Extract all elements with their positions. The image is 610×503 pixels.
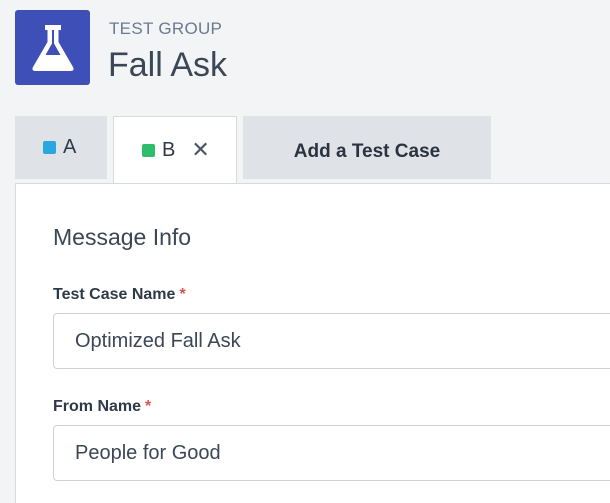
- from-name-label: From Name *: [53, 398, 151, 416]
- page: TEST GROUP Fall Ask A B ✕ Add a Test Cas…: [0, 0, 610, 503]
- group-label: TEST GROUP: [109, 19, 223, 38]
- test-case-tabs: A B ✕ Add a Test Case: [15, 116, 610, 183]
- from-name-input[interactable]: [53, 425, 610, 481]
- header: TEST GROUP Fall Ask: [15, 10, 595, 85]
- tab-b-color-swatch: [142, 143, 155, 157]
- test-case-name-label: Test Case Name *: [53, 286, 186, 304]
- from-name-label-text: From Name: [53, 398, 142, 415]
- flask-icon: [31, 24, 74, 71]
- add-test-case-tab[interactable]: Add a Test Case: [243, 116, 491, 179]
- tab-a[interactable]: A: [15, 116, 107, 179]
- message-info-panel: Message Info Test Case Name* From Name*: [15, 183, 610, 503]
- required-asterisk: *: [145, 398, 152, 415]
- tab-a-color-swatch: [43, 141, 56, 154]
- close-icon[interactable]: ✕: [191, 139, 209, 161]
- test-case-name-input[interactable]: [53, 313, 610, 369]
- tab-a-label: A: [63, 136, 77, 158]
- section-title: Message Info: [53, 224, 192, 250]
- tab-b-label: B: [162, 138, 176, 161]
- page-title: Fall Ask: [108, 46, 228, 84]
- tab-b[interactable]: B ✕: [113, 116, 237, 183]
- add-test-case-label: Add a Test Case: [293, 140, 441, 162]
- test-group-logo: [15, 10, 90, 85]
- test-case-name-label-text: Test Case Name: [53, 286, 176, 303]
- required-asterisk: *: [179, 286, 186, 303]
